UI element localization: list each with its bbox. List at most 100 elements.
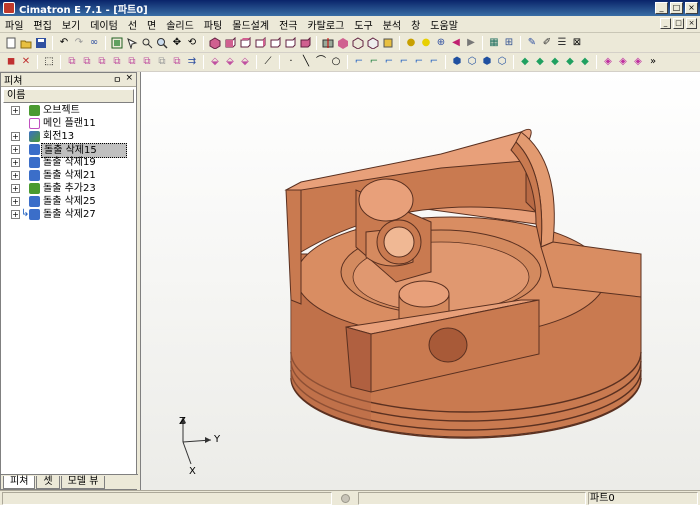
menu-line[interactable]: 선 xyxy=(123,17,142,32)
zoom-box-icon[interactable] xyxy=(140,36,154,50)
section-icon[interactable] xyxy=(321,36,335,50)
app-icon[interactable] xyxy=(3,2,15,14)
doc-close-button[interactable]: × xyxy=(686,18,697,29)
save-icon[interactable] xyxy=(34,36,48,50)
link-5-icon[interactable]: ⧉ xyxy=(125,55,139,69)
tree-item-extrude-cut-15[interactable]: + 돌출 삭제15 xyxy=(1,143,136,158)
selection-icon[interactable]: ◼ xyxy=(4,55,18,69)
doc-minimize-button[interactable]: _ xyxy=(660,18,671,29)
expand-icon[interactable]: + xyxy=(11,210,20,219)
column-header-name[interactable]: 이름 xyxy=(3,89,134,103)
doc-restore-button[interactable]: □ xyxy=(673,18,684,29)
expand-icon[interactable]: + xyxy=(11,145,20,154)
render-shaded-icon[interactable] xyxy=(336,36,350,50)
measure-icon[interactable]: ⊕ xyxy=(434,36,448,50)
surface-3-icon[interactable]: ◆ xyxy=(548,55,562,69)
close-button[interactable]: × xyxy=(685,2,698,14)
layers-icon[interactable]: ▦ xyxy=(487,36,501,50)
select-arrow-icon[interactable]: ⬚ xyxy=(42,55,56,69)
expand-icon[interactable]: + xyxy=(11,197,20,206)
curve-3-icon[interactable]: ⌐ xyxy=(382,55,396,69)
pink-3-icon[interactable]: ◈ xyxy=(631,55,645,69)
view-bottom-icon[interactable] xyxy=(298,36,312,50)
expand-icon[interactable]: + xyxy=(11,132,20,141)
tree-item-object[interactable]: + 오브젝트 xyxy=(1,104,136,117)
light-bulb-icon[interactable]: ● xyxy=(404,36,418,50)
sketch-2-icon[interactable]: ⬙ xyxy=(223,55,237,69)
menu-datum[interactable]: 데이텀 xyxy=(85,17,123,32)
pan-icon[interactable]: ✥ xyxy=(170,36,184,50)
link-7-icon[interactable]: ⧉ xyxy=(155,55,169,69)
surface-4-icon[interactable]: ◆ xyxy=(563,55,577,69)
maximize-button[interactable]: □ xyxy=(670,2,683,14)
tab-sets[interactable]: 셋 xyxy=(36,476,60,489)
arrow-next-icon[interactable]: ▶ xyxy=(464,36,478,50)
zoom-icon[interactable] xyxy=(155,36,169,50)
tree-item-extrude-cut-25[interactable]: + 돌출 삭제25 xyxy=(1,195,136,208)
tree-item-extrude-cut-21[interactable]: + 돌출 삭제21 xyxy=(1,169,136,182)
surface-5-icon[interactable]: ◆ xyxy=(578,55,592,69)
menu-file[interactable]: 파일 xyxy=(0,17,28,32)
view-iso-icon[interactable] xyxy=(208,36,222,50)
expand-icon[interactable]: + xyxy=(11,106,20,115)
menu-mold-design[interactable]: 몰드설계 xyxy=(227,17,274,32)
rotate-icon[interactable]: ⟲ xyxy=(185,36,199,50)
tree-item-extrude-cut-27[interactable]: + ↳ 돌출 삭제27 xyxy=(1,208,136,221)
arc-icon[interactable]: ⌒ xyxy=(314,55,328,69)
link-4-icon[interactable]: ⧉ xyxy=(110,55,124,69)
cancel-selection-icon[interactable]: ✕ xyxy=(19,55,33,69)
curve-6-icon[interactable]: ⌐ xyxy=(427,55,441,69)
open-folder-icon[interactable] xyxy=(19,36,33,50)
solid-1-icon[interactable]: ⬢ xyxy=(450,55,464,69)
link-2-icon[interactable]: ⧉ xyxy=(80,55,94,69)
redo-icon[interactable]: ↷ xyxy=(72,36,86,50)
dot-icon[interactable]: · xyxy=(284,55,298,69)
color-edit-icon[interactable]: ✐ xyxy=(540,36,554,50)
sketch-1-icon[interactable]: ⬙ xyxy=(208,55,222,69)
sketch-3-icon[interactable]: ⬙ xyxy=(238,55,252,69)
tree-item-main-plane[interactable]: 메인 플랜11 xyxy=(1,117,136,130)
expand-icon[interactable]: + xyxy=(11,158,20,167)
pink-2-icon[interactable]: ◈ xyxy=(616,55,630,69)
piston-model[interactable]: Z Y X xyxy=(141,72,700,490)
pink-1-icon[interactable]: ◈ xyxy=(601,55,615,69)
view-right-icon[interactable] xyxy=(253,36,267,50)
menu-parting[interactable]: 파팅 xyxy=(199,17,227,32)
link-8-icon[interactable]: ⧉ xyxy=(170,55,184,69)
graphics-viewport[interactable]: Z Y X xyxy=(140,72,700,490)
link-9-icon[interactable]: ⇉ xyxy=(185,55,199,69)
tree-item-revolve[interactable]: + 회전13 xyxy=(1,130,136,143)
zoom-fit-icon[interactable] xyxy=(110,36,124,50)
minimize-button[interactable]: _ xyxy=(655,2,668,14)
render-hidden-icon[interactable] xyxy=(366,36,380,50)
menu-edit[interactable]: 편집 xyxy=(28,17,56,32)
curve-2-icon[interactable]: ⌐ xyxy=(367,55,381,69)
close-doc-icon[interactable]: ⊠ xyxy=(570,36,584,50)
view-left-icon[interactable] xyxy=(268,36,282,50)
solid-4-icon[interactable]: ⬡ xyxy=(495,55,509,69)
tab-model-view[interactable]: 모델 뷰 xyxy=(60,476,106,489)
link-1-icon[interactable]: ⧉ xyxy=(65,55,79,69)
link-icon[interactable]: ∞ xyxy=(87,36,101,50)
menu-analysis[interactable]: 분석 xyxy=(378,17,406,32)
menu-help[interactable]: 도움말 xyxy=(425,17,463,32)
solid-3-icon[interactable]: ⬢ xyxy=(480,55,494,69)
menu-catalog[interactable]: 카탈로그 xyxy=(302,17,349,32)
expand-icon[interactable]: + xyxy=(11,184,20,193)
grid-icon[interactable]: ☰ xyxy=(555,36,569,50)
arrow-prev-icon[interactable]: ◀ xyxy=(449,36,463,50)
tree-item-extrude-add-23[interactable]: + 돌출 추가23 xyxy=(1,182,136,195)
menu-window[interactable]: 창 xyxy=(406,17,425,32)
line-icon[interactable]: ╲ xyxy=(299,55,313,69)
menu-electrode[interactable]: 전극 xyxy=(274,17,302,32)
curve-1-icon[interactable]: ⌐ xyxy=(352,55,366,69)
pin-icon[interactable]: ㅁ xyxy=(113,73,121,86)
surface-1-icon[interactable]: ◆ xyxy=(518,55,532,69)
tree-item-extrude-cut-19[interactable]: + 돌출 삭제19 xyxy=(1,156,136,169)
circle-icon[interactable]: ○ xyxy=(329,55,343,69)
display-mode-icon[interactable] xyxy=(381,36,395,50)
select-icon[interactable] xyxy=(125,36,139,50)
title-bar[interactable]: Cimatron E 7.1 - [파트0] _ □ × xyxy=(0,0,700,16)
view-front-icon[interactable] xyxy=(223,36,237,50)
more-icon[interactable]: » xyxy=(646,55,660,69)
